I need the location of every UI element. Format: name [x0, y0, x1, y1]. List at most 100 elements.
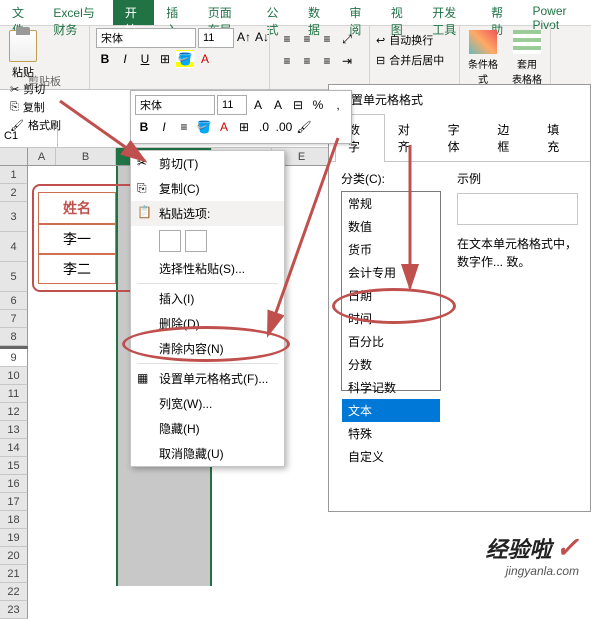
row-header[interactable]: 18 [0, 511, 28, 529]
col-header-a[interactable]: A [28, 148, 56, 165]
tab-view[interactable]: 视图 [379, 0, 420, 25]
font-name-input[interactable] [96, 28, 196, 48]
table-format-button[interactable]: 套用 表格格式 [508, 30, 546, 85]
cat-special[interactable]: 特殊 [342, 422, 440, 445]
paste-option-1[interactable] [159, 230, 181, 252]
align-middle-icon[interactable]: ≡ [298, 30, 316, 48]
row-header[interactable]: 17 [0, 493, 28, 511]
cm-clear[interactable]: 清除内容(N) [131, 336, 284, 361]
tab-excel-finance[interactable]: Excel与财务 [41, 0, 112, 25]
cm-copy[interactable]: ⎘复制(C) [131, 176, 284, 201]
row-header[interactable]: 15 [0, 457, 28, 475]
conditional-format-button[interactable]: 条件格式 [464, 30, 502, 85]
format-painter-button[interactable]: 🖌格式刷 [8, 116, 63, 134]
float-font-name[interactable] [135, 95, 215, 115]
row-header[interactable]: 2 [0, 184, 28, 202]
float-color[interactable]: A [215, 118, 233, 136]
float-bold[interactable]: B [135, 118, 153, 136]
float-brush[interactable]: 🖌 [295, 118, 313, 136]
tab-file[interactable]: 文件 [0, 0, 41, 25]
tab-insert[interactable]: 插入 [154, 0, 195, 25]
row-header[interactable]: 11 [0, 385, 28, 403]
float-comma-icon[interactable]: , [329, 96, 347, 114]
select-all-corner[interactable] [0, 148, 28, 165]
font-color-button[interactable]: A [196, 50, 214, 68]
fill-color-button[interactable]: 🪣 [176, 50, 194, 68]
cm-cut[interactable]: ✂剪切(T) [131, 151, 284, 176]
tab-layout[interactable]: 页面布局 [196, 0, 255, 25]
row-header[interactable]: 9 [0, 349, 28, 367]
cat-scientific[interactable]: 科学记数 [342, 376, 440, 399]
dialog-tab-font[interactable]: 字体 [435, 114, 485, 161]
row-header[interactable]: 16 [0, 475, 28, 493]
row-header[interactable]: 19 [0, 529, 28, 547]
cat-general[interactable]: 常规 [342, 192, 440, 215]
float-border[interactable]: ⊞ [235, 118, 253, 136]
row-header[interactable]: 1 [0, 166, 28, 184]
row-header[interactable]: 7 [0, 310, 28, 328]
dialog-tab-border[interactable]: 边框 [484, 114, 534, 161]
font-size-input[interactable] [198, 28, 234, 48]
bold-button[interactable]: B [96, 50, 114, 68]
align-center-icon[interactable]: ≡ [298, 52, 316, 70]
cm-delete[interactable]: 删除(D) [131, 311, 284, 336]
underline-button[interactable]: U [136, 50, 154, 68]
merge-button[interactable]: ⊟合并后居中 [374, 50, 455, 70]
float-fill[interactable]: 🪣 [195, 118, 213, 136]
row-header[interactable]: 8 [0, 328, 28, 346]
cat-percent[interactable]: 百分比 [342, 330, 440, 353]
float-decrease-font-icon[interactable]: A [269, 96, 287, 114]
align-right-icon[interactable]: ≡ [318, 52, 336, 70]
row-header[interactable]: 13 [0, 421, 28, 439]
align-top-icon[interactable]: ≡ [278, 30, 296, 48]
float-dec-inc[interactable]: .0 [255, 118, 273, 136]
cm-unhide[interactable]: 取消隐藏(U) [131, 441, 284, 466]
wrap-text-button[interactable]: ↩自动换行 [374, 30, 455, 50]
float-italic[interactable]: I [155, 118, 173, 136]
row-header[interactable]: 22 [0, 583, 28, 601]
float-percent-icon[interactable]: % [309, 96, 327, 114]
row-header[interactable]: 14 [0, 439, 28, 457]
tab-dev[interactable]: 开发工具 [420, 0, 479, 25]
cat-number[interactable]: 数值 [342, 215, 440, 238]
cat-custom[interactable]: 自定义 [342, 445, 440, 468]
float-increase-font-icon[interactable]: A [249, 96, 267, 114]
align-bottom-icon[interactable]: ≡ [318, 30, 336, 48]
row-header[interactable]: 23 [0, 601, 28, 619]
float-font-size[interactable] [217, 95, 247, 115]
cat-date[interactable]: 日期 [342, 284, 440, 307]
cm-col-width[interactable]: 列宽(W)... [131, 391, 284, 416]
paste-option-2[interactable] [185, 230, 207, 252]
col-header-b[interactable]: B [56, 148, 116, 165]
dialog-tab-fill[interactable]: 填充 [534, 114, 584, 161]
tab-help[interactable]: 帮助 [479, 0, 520, 25]
cat-text[interactable]: 文本 [342, 399, 440, 422]
cat-accounting[interactable]: 会计专用 [342, 261, 440, 284]
increase-font-icon[interactable]: A↑ [236, 28, 252, 46]
row-header[interactable]: 12 [0, 403, 28, 421]
align-left-icon[interactable]: ≡ [278, 52, 296, 70]
row-header[interactable]: 6 [0, 292, 28, 310]
row-header[interactable]: 4 [0, 232, 28, 262]
cat-currency[interactable]: 货币 [342, 238, 440, 261]
row-header[interactable]: 5 [0, 262, 28, 292]
tab-pivot[interactable]: Power Pivot [520, 0, 590, 25]
cm-paste-special[interactable]: 选择性粘贴(S)... [131, 256, 284, 281]
tab-review[interactable]: 审阅 [337, 0, 378, 25]
border-button[interactable]: ⊞ [156, 50, 174, 68]
indent-icon[interactable]: ⇥ [338, 52, 356, 70]
cm-format-cells[interactable]: ▦设置单元格格式(F)... [131, 366, 284, 391]
tab-data[interactable]: 数据 [296, 0, 337, 25]
category-list[interactable]: 常规 数值 货币 会计专用 日期 时间 百分比 分数 科学记数 文本 特殊 自定… [341, 191, 441, 391]
tab-home[interactable]: 开始 [113, 0, 154, 25]
row-header[interactable]: 20 [0, 547, 28, 565]
row-header[interactable]: 3 [0, 202, 28, 232]
italic-button[interactable]: I [116, 50, 134, 68]
orientation-icon[interactable]: ⤢ [338, 30, 356, 48]
decrease-font-icon[interactable]: A↓ [254, 28, 270, 46]
cm-insert[interactable]: 插入(I) [131, 286, 284, 311]
tab-formula[interactable]: 公式 [255, 0, 296, 25]
row-header[interactable]: 10 [0, 367, 28, 385]
cm-hide[interactable]: 隐藏(H) [131, 416, 284, 441]
row-header[interactable]: 21 [0, 565, 28, 583]
